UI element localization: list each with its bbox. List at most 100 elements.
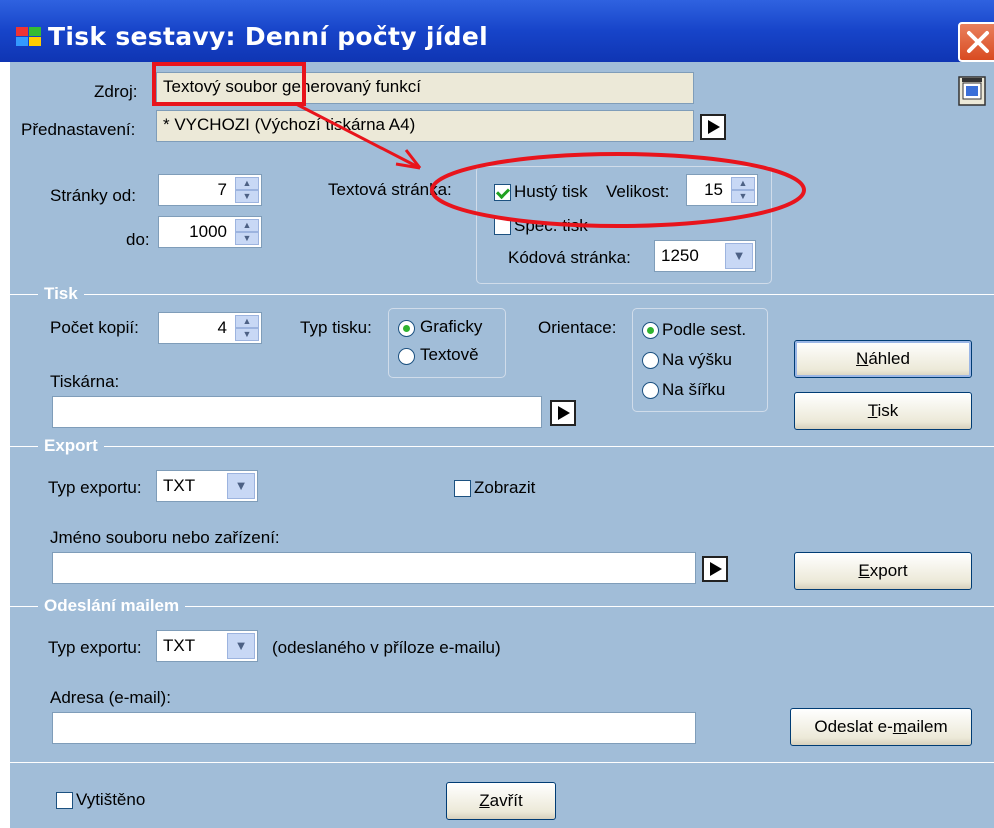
orientation-report-label: Podle sest. (662, 320, 747, 339)
show-label: Zobrazit (474, 478, 536, 497)
pages-to-spin[interactable]: ▲ ▼ (235, 219, 259, 245)
source-label: Zdroj: (94, 82, 138, 101)
spec-print-label: Spec. tisk (514, 216, 588, 235)
export-type-value: TXT (163, 476, 196, 495)
chevron-down-icon[interactable]: ▼ (227, 633, 255, 659)
chevron-down-icon[interactable]: ▼ (725, 243, 753, 269)
export-button-label-post: xport (869, 561, 908, 580)
filename-field[interactable] (52, 552, 696, 584)
orientation-portrait-radio[interactable] (642, 352, 659, 369)
copies-value: 4 (217, 318, 227, 337)
pages-from-label: Stránky od: (50, 186, 136, 205)
printer-arrow-button[interactable] (550, 400, 576, 426)
orientation-report-radio[interactable] (642, 322, 659, 339)
codepage-label: Kódová stránka: (508, 248, 631, 267)
pages-to-stepper[interactable]: 1000 ▲ ▼ (158, 216, 262, 248)
size-label: Velikost: (606, 182, 670, 201)
send-email-button-label-pre: Odeslat e- (814, 717, 893, 736)
print-button-label-post: isk (877, 401, 899, 420)
size-value: 15 (704, 180, 723, 199)
send-email-button[interactable]: Odeslat e-mailem (790, 708, 972, 746)
printed-checkbox[interactable] (56, 792, 73, 809)
chevron-down-icon[interactable]: ▼ (227, 473, 255, 499)
preview-button-accesskey: N (856, 349, 869, 368)
chevron-up-icon[interactable]: ▲ (235, 177, 259, 190)
pages-from-stepper[interactable]: 7 ▲ ▼ (158, 174, 262, 206)
printer-label: Tiskárna: (50, 372, 120, 391)
mail-section-title: Odeslání mailem (38, 596, 186, 616)
chevron-down-icon[interactable]: ▼ (235, 232, 259, 245)
preview-button-label-post: áhled (868, 349, 910, 368)
mail-export-type-select[interactable]: TXT ▼ (156, 630, 258, 662)
print-type-label: Typ tisku: (300, 318, 372, 337)
codepage-select[interactable]: 1250 ▼ (654, 240, 756, 272)
orientation-landscape-label: Na šířku (662, 380, 726, 399)
print-section-title: Tisk (38, 284, 84, 304)
show-checkbox[interactable] (454, 480, 471, 497)
print-report-window: Tisk sestavy: Denní počty jídel Zdroj: T… (0, 0, 994, 828)
film-icon[interactable] (958, 76, 986, 106)
filename-arrow-button[interactable] (702, 556, 728, 582)
close-icon (967, 31, 989, 53)
title-bar[interactable]: Tisk sestavy: Denní počty jídel (0, 0, 994, 62)
print-section-divider (10, 294, 994, 295)
print-type-graphic-radio[interactable] (398, 320, 415, 337)
spec-print-checkbox[interactable] (494, 218, 511, 235)
size-stepper[interactable]: 15 ▲ ▼ (686, 174, 758, 206)
dense-print-label: Hustý tisk (514, 182, 588, 201)
chevron-up-icon[interactable]: ▲ (731, 177, 755, 190)
preset-arrow-button[interactable] (700, 114, 726, 140)
chevron-down-icon[interactable]: ▼ (731, 190, 755, 203)
printer-field[interactable] (52, 396, 542, 428)
mail-type-note: (odeslaného v příloze e-mailu) (272, 638, 501, 657)
chevron-up-icon[interactable]: ▲ (235, 219, 259, 232)
chevron-up-icon[interactable]: ▲ (235, 315, 259, 328)
export-section-title: Export (38, 436, 104, 456)
source-field[interactable]: Textový soubor generovaný funkcí (156, 72, 694, 104)
chevron-down-icon[interactable]: ▼ (235, 190, 259, 203)
close-button[interactable]: Zavřít (446, 782, 556, 820)
export-type-label: Typ exportu: (48, 478, 142, 497)
mail-export-type-value: TXT (163, 636, 196, 655)
preview-button[interactable]: Náhled (794, 340, 972, 378)
export-section-divider (10, 446, 994, 447)
export-button-accesskey: E (858, 561, 870, 580)
send-email-button-label-post: ailem (906, 717, 948, 736)
export-button[interactable]: Export (794, 552, 972, 590)
send-email-button-accesskey: m (892, 717, 907, 736)
close-button-label-post: avřít (489, 791, 523, 810)
preset-label: Přednastavení: (21, 120, 136, 139)
copies-spin[interactable]: ▲ ▼ (235, 315, 259, 341)
pages-from-spin[interactable]: ▲ ▼ (235, 177, 259, 203)
close-window-button[interactable] (958, 22, 994, 62)
export-type-select[interactable]: TXT ▼ (156, 470, 258, 502)
dialog-client-area: Zdroj: Textový soubor generovaný funkcí … (10, 62, 994, 828)
email-address-label: Adresa (e-mail): (50, 688, 171, 707)
footer-divider (10, 762, 994, 763)
pages-to-label: do: (126, 230, 150, 249)
dense-print-checkbox[interactable] (494, 184, 511, 201)
orientation-landscape-radio[interactable] (642, 382, 659, 399)
print-type-graphic-label: Graficky (420, 317, 483, 336)
email-address-field[interactable] (52, 712, 696, 744)
orientation-portrait-label: Na výšku (662, 350, 732, 369)
orientation-label: Orientace: (538, 318, 617, 337)
filename-label: Jméno souboru nebo zařízení: (50, 528, 280, 547)
pages-to-value: 1000 (189, 222, 227, 241)
mail-export-type-label: Typ exportu: (48, 638, 142, 657)
copies-stepper[interactable]: 4 ▲ ▼ (158, 312, 262, 344)
window-title: Tisk sestavy: Denní počty jídel (48, 22, 488, 51)
preset-field[interactable]: * VYCHOZI (Výchozí tiskárna A4) (156, 110, 694, 142)
pages-from-value: 7 (217, 180, 227, 199)
chevron-down-icon[interactable]: ▼ (235, 328, 259, 341)
codepage-value: 1250 (661, 246, 699, 265)
close-button-accesskey: Z (479, 791, 490, 810)
text-page-label: Textová stránka: (328, 180, 452, 199)
printed-label: Vytištěno (76, 790, 146, 809)
size-spin[interactable]: ▲ ▼ (731, 177, 755, 203)
copies-label: Počet kopií: (50, 318, 139, 337)
print-type-text-radio[interactable] (398, 348, 415, 365)
print-button[interactable]: Tisk (794, 392, 972, 430)
print-type-text-label: Textově (420, 345, 479, 364)
app-icon (16, 27, 41, 46)
